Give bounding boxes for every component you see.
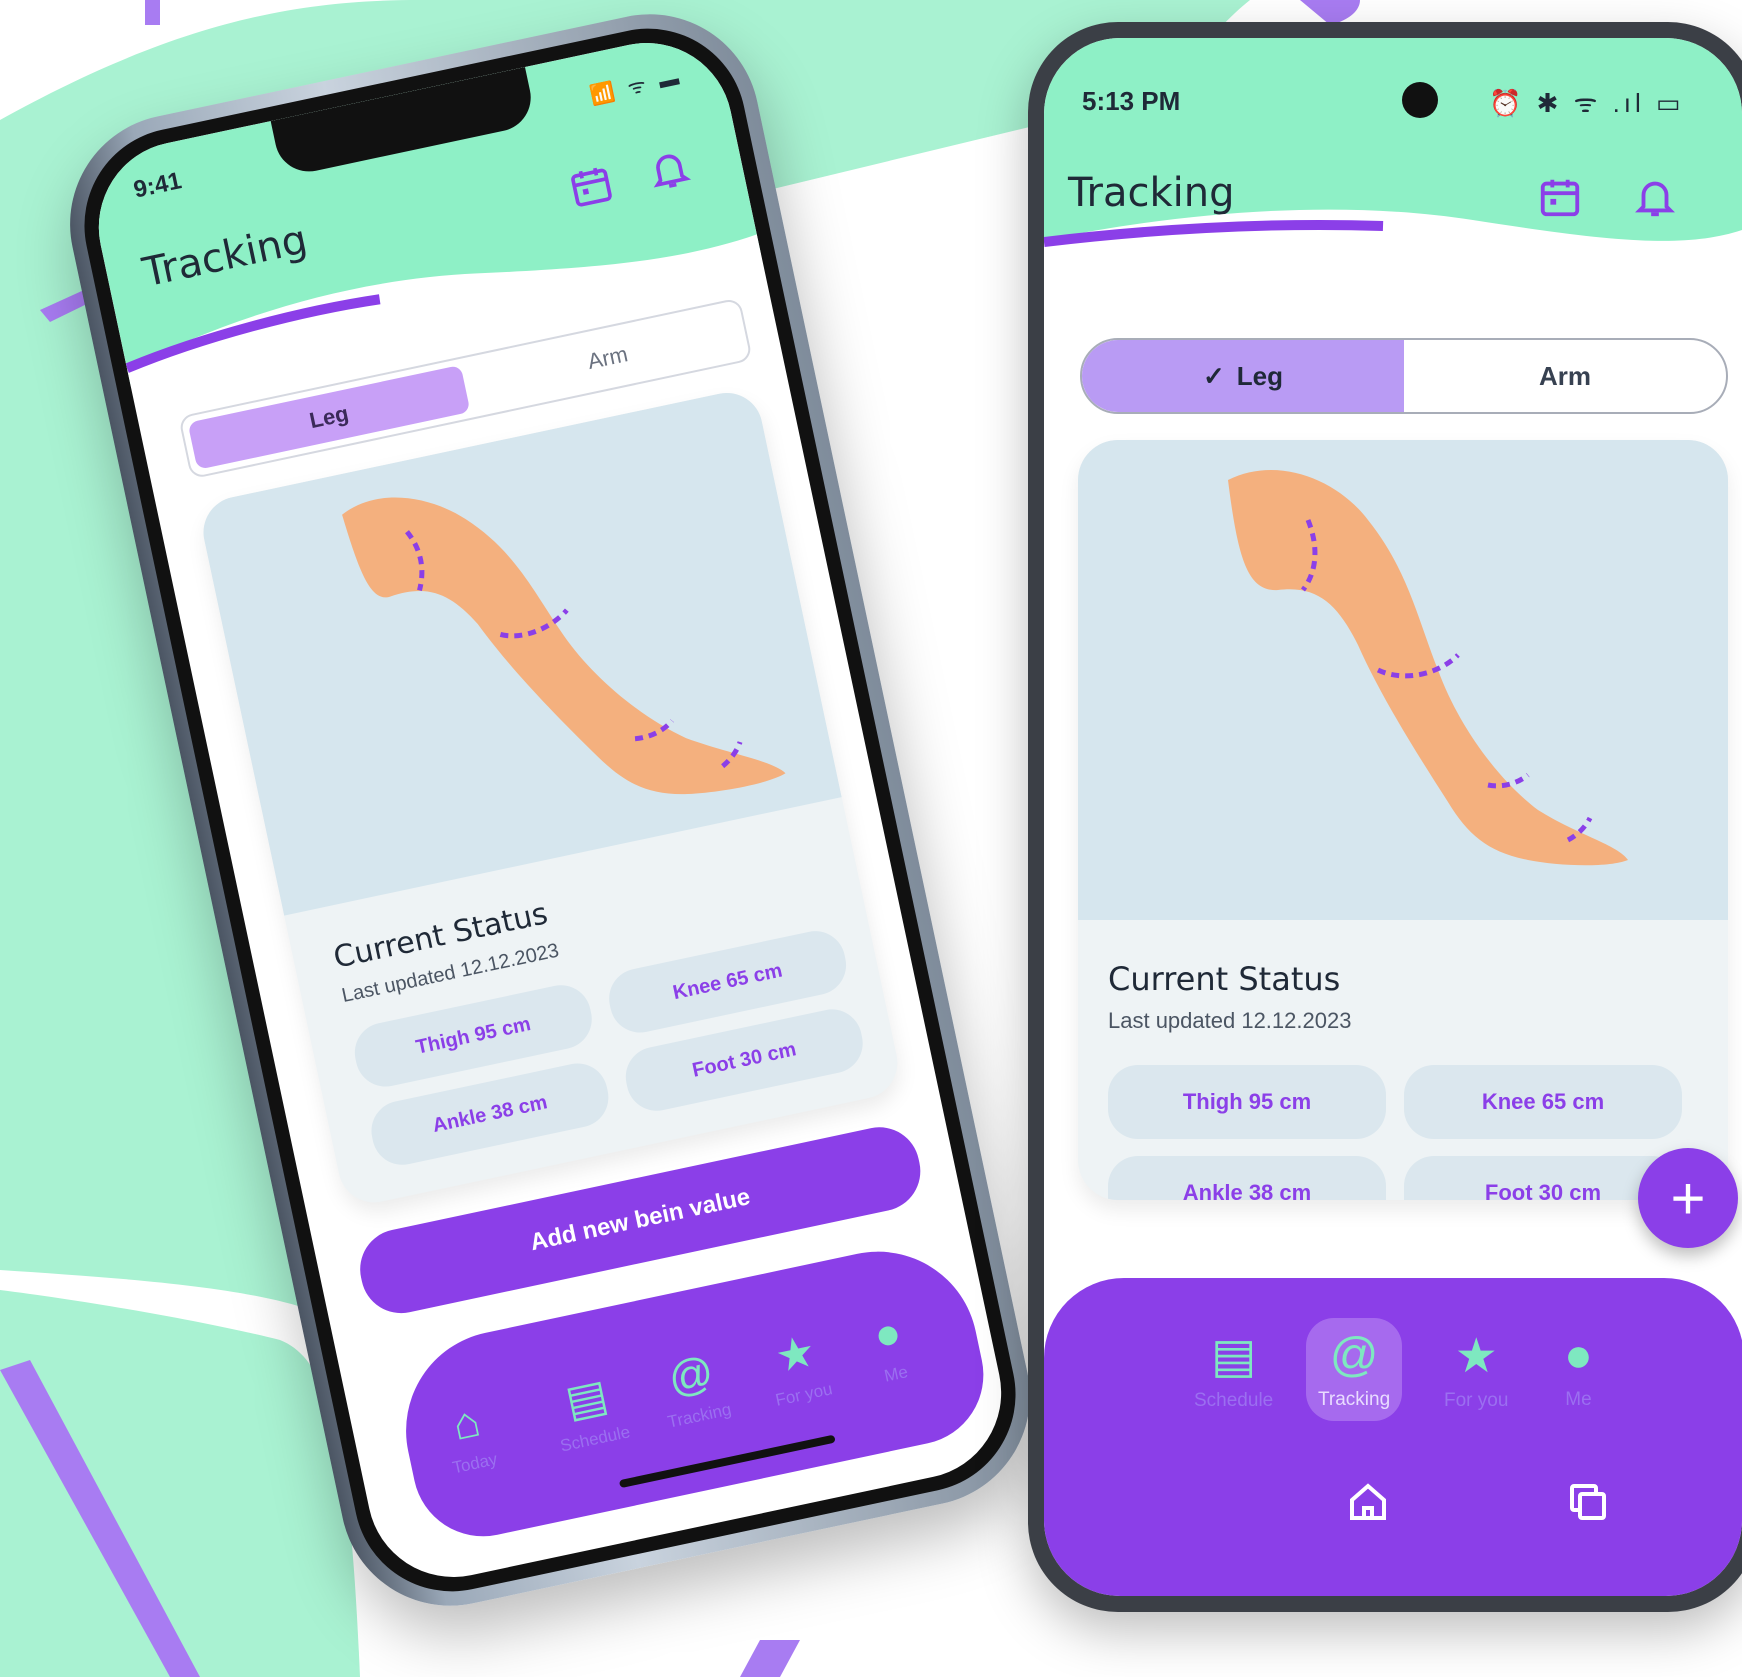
status-time: 9:41 [131,167,184,204]
iphone-device: 9:41 📶 ᯤ ▬ Tracking Leg Arm Current Stat… [49,0,1051,1627]
leg-illustration-panel [1078,440,1728,920]
nav-me[interactable]: ● Me [1564,1328,1593,1411]
status-card: Current Status Last updated 12.12.2023 T… [1078,440,1728,1200]
tab-leg-label: Leg [1236,360,1284,391]
current-status-title: Current Status [1108,960,1341,998]
android-mockup: 5:13 PM ⏰ ✱ ᯤ .ıl ▭ Tracking ✓ Leg Arm C… [1028,22,1742,1612]
profile-icon: ● [1564,1329,1593,1382]
leg-illustration-panel [196,386,842,916]
star-icon: ★ [1454,1330,1498,1383]
tab-leg[interactable]: Leg [187,364,471,470]
home-button-icon[interactable] [1344,1478,1392,1526]
body-part-tabs: ✓ Leg Arm [1080,338,1728,414]
star-icon: ★ [770,1326,820,1383]
status-time: 5:13 PM [1082,86,1181,116]
leg-illustration [342,497,786,795]
schedule-icon: ▤ [561,1370,613,1428]
home-icon: ⌂ [448,1396,485,1451]
nav-for-you[interactable]: ★ For you [762,1323,834,1410]
status-icons: ⏰ ✱ ᯤ .ıl ▭ [1489,88,1685,118]
nav-tracking[interactable]: @ Tracking [654,1345,733,1433]
page-title: Tracking [138,216,312,297]
nav-tracking[interactable]: @ Tracking [1306,1318,1403,1421]
home-indicator[interactable] [618,1434,836,1489]
tape-measure-icon: @ [663,1346,718,1405]
tab-arm[interactable]: Arm [1404,340,1726,412]
header-wave [1044,209,1742,260]
check-icon: ✓ [1202,360,1225,391]
chip-ankle[interactable]: Ankle 38 cm [1108,1156,1386,1200]
profile-icon: ● [869,1307,906,1361]
last-updated: Last updated 12.12.2023 [1108,1008,1352,1033]
app-header: 5:13 PM ⏰ ✱ ᯤ .ıl ▭ Tracking [1044,38,1742,260]
recents-icon[interactable] [1564,1478,1612,1526]
bottom-navbar: ▤ Schedule @ Tracking ★ For you ● Me [1044,1278,1742,1596]
tape-measure-icon: @ [1329,1329,1379,1382]
camera-punch-hole [1402,82,1438,118]
bell-icon[interactable] [643,143,695,195]
calendar-icon[interactable] [565,160,617,212]
nav-me[interactable]: ● Me [869,1307,911,1387]
nav-today[interactable]: ⌂ Today [439,1395,499,1479]
nav-schedule[interactable]: ▤ Schedule [1194,1328,1273,1412]
iphone-mockup: 9:41 📶 ᯤ ▬ Tracking Leg Arm Current Stat… [40,0,1051,1640]
chip-knee[interactable]: Knee 65 cm [1404,1065,1682,1139]
tab-leg[interactable]: ✓ Leg [1082,340,1404,412]
leg-illustration [1228,469,1628,866]
status-icons: 📶 ᯤ ▬ [588,66,685,108]
nav-for-you[interactable]: ★ For you [1444,1328,1508,1412]
add-fab-button[interactable]: + [1638,1148,1738,1248]
chip-thigh[interactable]: Thigh 95 cm [1108,1065,1386,1139]
iphone-screen: 9:41 📶 ᯤ ▬ Tracking Leg Arm Current Stat… [82,27,1018,1593]
schedule-icon: ▤ [1210,1330,1257,1383]
android-screen: 5:13 PM ⏰ ✱ ᯤ .ıl ▭ Tracking ✓ Leg Arm C… [1044,38,1742,1596]
nav-schedule[interactable]: ▤ Schedule [547,1366,632,1456]
status-card: Current Status Last updated 12.12.2023 T… [196,386,905,1210]
